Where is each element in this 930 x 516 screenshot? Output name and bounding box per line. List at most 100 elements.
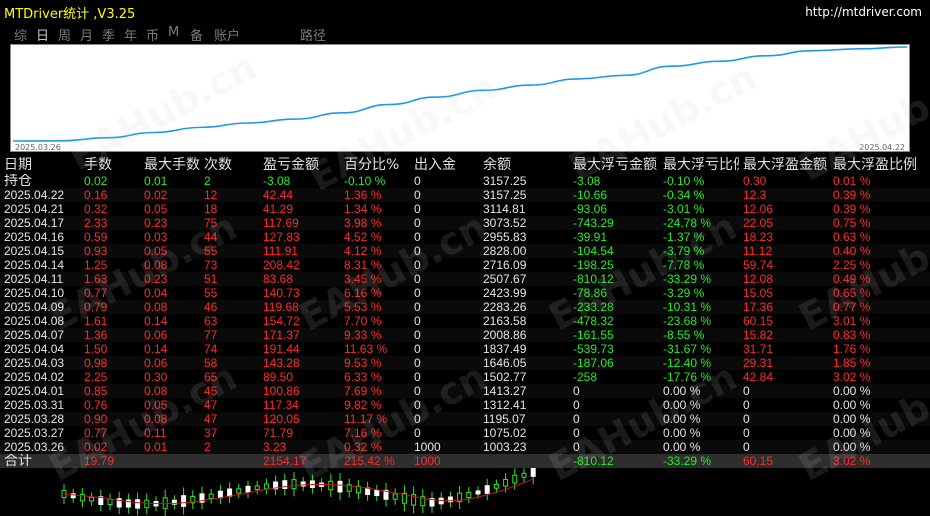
tab-5[interactable]: 年 (124, 25, 137, 44)
candle-body (227, 488, 233, 497)
cell-pnl: 111.91 (263, 244, 298, 258)
tab-3[interactable]: 月 (80, 25, 93, 44)
candle-body (530, 468, 536, 477)
cell-fl_amt: -39.91 (573, 230, 608, 244)
tab-1[interactable]: 日 (36, 25, 49, 44)
cell-pct: 7.16 % (344, 426, 382, 440)
cell-fp_pct: 1.85 % (833, 356, 871, 370)
candle-body (236, 488, 242, 494)
cell-fp_pct: 2.25 % (833, 258, 871, 272)
cell-balance: 2008.86 (483, 328, 527, 342)
cell-pnl: 117.69 (263, 216, 299, 230)
cell-pct: 11.17 % (344, 412, 388, 426)
cell-lots: 1.50 (84, 342, 108, 356)
cell-date: 2025.04.03 (4, 356, 65, 370)
cell-max_lots: 0.02 (144, 188, 168, 202)
total-io: 1000 (410, 454, 479, 468)
cell-lots: 0.77 (84, 426, 108, 440)
cell-count: 2 (204, 440, 211, 454)
tab-7[interactable]: M (168, 25, 179, 40)
cell-io: 0 (414, 286, 421, 300)
cell-fp_amt: 29.31 (743, 356, 774, 370)
cell-pct: 1.36 % (344, 188, 382, 202)
header-cell: 盈亏金额 (263, 157, 319, 173)
cell-lots: 2.25 (84, 370, 108, 384)
cell-fp_pct: 1.76 % (833, 342, 871, 356)
cell-io: 0 (414, 342, 421, 356)
cell-fl_amt: -104.54 (573, 244, 614, 258)
cell-count: 46 (204, 300, 218, 314)
cell-fl_pct: 0.00 % (663, 398, 701, 412)
table-row: 2025.04.15 0.93 0.05 55 111.91 4.12 % 0 2828.00… (0, 244, 930, 258)
cell-max_lots: 0.01 (144, 174, 168, 188)
cell-balance: 2716.09 (483, 258, 527, 272)
cell-fl_pct: -12.40 % (663, 356, 712, 370)
cell-fp_amt: 60.15 (743, 314, 774, 328)
cell-balance: 1837.49 (483, 342, 527, 356)
cell-count: 63 (204, 314, 218, 328)
cell-date: 2025.04.09 (4, 300, 65, 314)
table-row: 2025.04.16 0.59 0.03 44 127.83 4.52 % 0 2955.83… (0, 230, 930, 244)
cell-io: 0 (414, 272, 421, 286)
cell-fl_pct: -24.78 % (663, 216, 712, 230)
cell-balance: 1195.07 (483, 412, 526, 426)
cell-fp_pct: 0.39 % (833, 188, 871, 202)
cell-count: 12 (204, 188, 218, 202)
cell-lots: 0.77 (84, 286, 108, 300)
cell-count: 75 (204, 216, 218, 230)
cell-io: 0 (414, 356, 421, 370)
cell-max_lots: 0.03 (144, 230, 168, 244)
cell-max_lots: 0.05 (144, 244, 168, 258)
tab-2[interactable]: 周 (58, 25, 71, 44)
cell-fl_amt: -3.08 (573, 174, 601, 188)
cell-pnl: 117.34 (263, 398, 299, 412)
website-link[interactable]: http://mtdriver.com (805, 5, 922, 19)
cell-count: 55 (204, 244, 218, 258)
cell-fp_amt: 15.05 (743, 286, 774, 300)
cell-pnl: 83.68 (263, 272, 294, 286)
cell-fl_amt: 0 (573, 440, 580, 454)
cell-pct: 4.12 % (344, 244, 382, 258)
cell-pct: 3.98 % (344, 216, 382, 230)
cell-lots: 1.63 (84, 272, 108, 286)
table-row: 2025.04.09 0.79 0.08 46 119.68 5.53 % 0 2283.26… (0, 300, 930, 314)
cell-max_lots: 0.14 (144, 314, 168, 328)
cell-count: 37 (204, 426, 218, 440)
cell-date: 2025.04.17 (4, 216, 65, 230)
cell-lots: 0.98 (84, 356, 108, 370)
cell-fp_amt: 18.23 (743, 230, 774, 244)
total-pnl: 2154.17 (259, 454, 340, 468)
cell-count: 18 (204, 202, 218, 216)
tab-9[interactable]: 账户 (214, 25, 240, 44)
tab-8[interactable]: 备 (190, 25, 203, 44)
tab-0[interactable]: 综 (14, 25, 27, 44)
cell-fp_amt: 22.05 (743, 216, 774, 230)
cell-io: 0 (414, 174, 421, 188)
candle-body (89, 496, 95, 502)
candle-body (107, 498, 113, 506)
total-count (200, 454, 259, 468)
cell-io: 0 (414, 244, 421, 258)
header-cell: 最大浮亏金额 (573, 157, 657, 173)
cell-balance: 2828.00 (483, 244, 527, 258)
cell-lots: 0.79 (84, 300, 108, 314)
table-row: 2025.04.17 2.33 0.23 75 117.69 3.98 % 0 3073.52… (0, 216, 930, 230)
candle-body (144, 499, 150, 509)
cell-date: 2025.04.16 (4, 230, 65, 244)
candle-body (337, 480, 343, 493)
cell-pct: 9.53 % (344, 356, 382, 370)
tab-10[interactable]: 路径 (300, 25, 326, 44)
cell-pct: 6.16 % (344, 286, 382, 300)
candle-body (263, 483, 269, 490)
cell-fp_pct: 0.00 % (833, 440, 871, 454)
tab-4[interactable]: 季 (102, 25, 115, 44)
cell-date: 2025.03.26 (4, 440, 65, 454)
cell-pnl: 208.42 (263, 258, 300, 272)
total-fl_pct: -33.29 % (659, 454, 739, 468)
cell-pnl: 41.29 (263, 202, 294, 216)
cell-fp_pct: 3.01 % (833, 314, 871, 328)
candle-body (208, 493, 214, 499)
cell-max_lots: 0.08 (144, 300, 168, 314)
tab-6[interactable]: 币 (146, 25, 159, 44)
cell-lots: 0.02 (84, 174, 108, 188)
